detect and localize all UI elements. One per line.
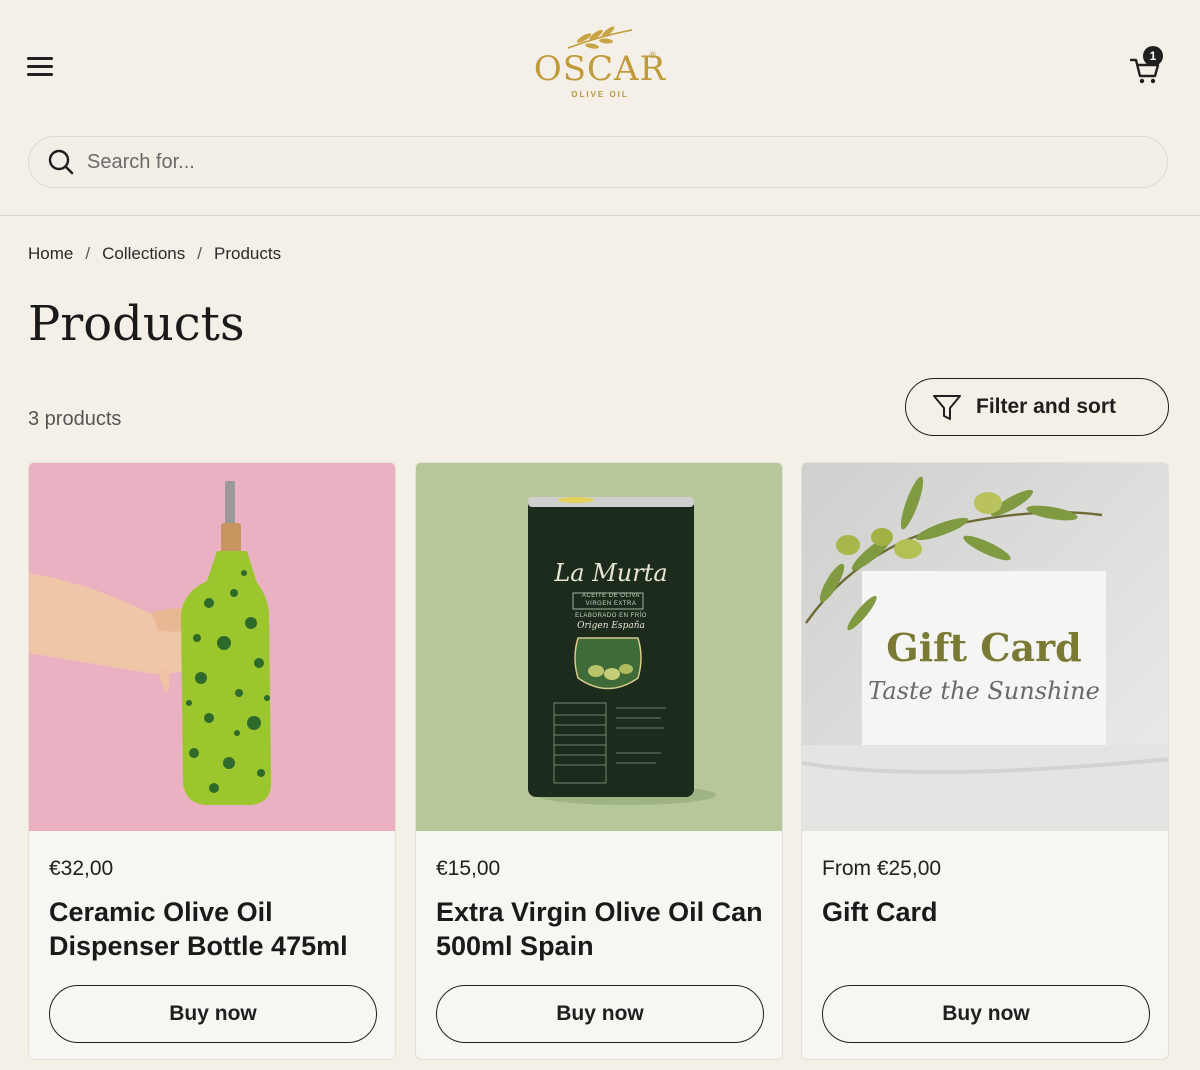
brand-logo[interactable]: OSCAR ® OLIVE OIL xyxy=(500,26,700,102)
can-label-line: ELABORADO EN FRÍO xyxy=(575,613,647,619)
breadcrumb-collections[interactable]: Collections xyxy=(102,244,185,263)
buy-now-button[interactable]: Buy now xyxy=(49,985,377,1043)
breadcrumb-home[interactable]: Home xyxy=(28,244,73,263)
product-card[interactable]: €32,00 Ceramic Olive Oil Dispenser Bottl… xyxy=(28,462,396,1060)
product-image-can[interactable]: La Murta ACEITE DE OLIVA VIRGEN EXTRA EL… xyxy=(416,463,782,831)
menu-line-icon xyxy=(27,57,53,60)
can-label-line: VIRGEN EXTRA xyxy=(585,601,637,607)
filter-button-label: Filter and sort xyxy=(976,395,1117,418)
site-header: OSCAR ® OLIVE OIL 1 xyxy=(0,0,1200,216)
registered-mark: ® xyxy=(649,50,656,60)
product-price: From €25,00 xyxy=(822,857,942,880)
can-origin-text: Origen España xyxy=(577,621,645,631)
ceramic-bottle-illustration xyxy=(29,463,395,831)
product-image-bottle[interactable] xyxy=(29,463,395,831)
breadcrumb-products[interactable]: Products xyxy=(214,244,281,263)
breadcrumb-separator: / xyxy=(197,244,202,263)
search-icon[interactable] xyxy=(47,148,75,176)
buy-now-button[interactable]: Buy now xyxy=(822,985,1150,1043)
can-brand-text: La Murta xyxy=(554,559,668,587)
product-image-gift-card[interactable]: Gift Card Taste the Sunshine xyxy=(802,463,1168,831)
gift-card-tagline: Taste the Sunshine xyxy=(868,677,1100,705)
olive-branch-icon xyxy=(567,26,633,49)
search-bar xyxy=(28,136,1168,188)
search-input[interactable] xyxy=(87,150,1087,174)
product-price: €15,00 xyxy=(436,857,501,880)
menu-line-icon xyxy=(27,65,53,68)
product-grid: €32,00 Ceramic Olive Oil Dispenser Bottl… xyxy=(28,462,1170,1062)
product-count: 3 products xyxy=(28,408,122,430)
product-title[interactable]: Ceramic Olive Oil Dispenser Bottle 475ml xyxy=(49,895,379,963)
product-title[interactable]: Extra Virgin Olive Oil Can 500ml Spain xyxy=(436,895,766,963)
breadcrumb: Home / Collections / Products xyxy=(28,244,281,264)
filter-and-sort-button[interactable]: Filter and sort xyxy=(905,378,1169,436)
hamburger-menu-button[interactable] xyxy=(26,54,56,80)
buy-now-button[interactable]: Buy now xyxy=(436,985,764,1043)
breadcrumb-separator: / xyxy=(85,244,91,263)
brand-subtitle: OLIVE OIL xyxy=(571,90,629,99)
brand-name: OSCAR xyxy=(533,49,667,89)
cart-button[interactable]: 1 xyxy=(1128,46,1168,88)
product-card[interactable]: La Murta ACEITE DE OLIVA VIRGEN EXTRA EL… xyxy=(415,462,783,1060)
olive-oil-can-illustration xyxy=(416,463,782,831)
product-card[interactable]: Gift Card Taste the Sunshine From €25,00… xyxy=(801,462,1169,1060)
menu-line-icon xyxy=(27,73,53,76)
product-price: €32,00 xyxy=(49,857,114,880)
gift-card-title-text: Gift Card xyxy=(886,625,1082,670)
filter-funnel-icon xyxy=(933,395,961,420)
page-title: Products xyxy=(28,296,245,352)
product-title[interactable]: Gift Card xyxy=(822,895,1152,929)
cart-count-badge: 1 xyxy=(1143,46,1163,66)
can-label-line: ACEITE DE OLIVA xyxy=(581,593,641,599)
